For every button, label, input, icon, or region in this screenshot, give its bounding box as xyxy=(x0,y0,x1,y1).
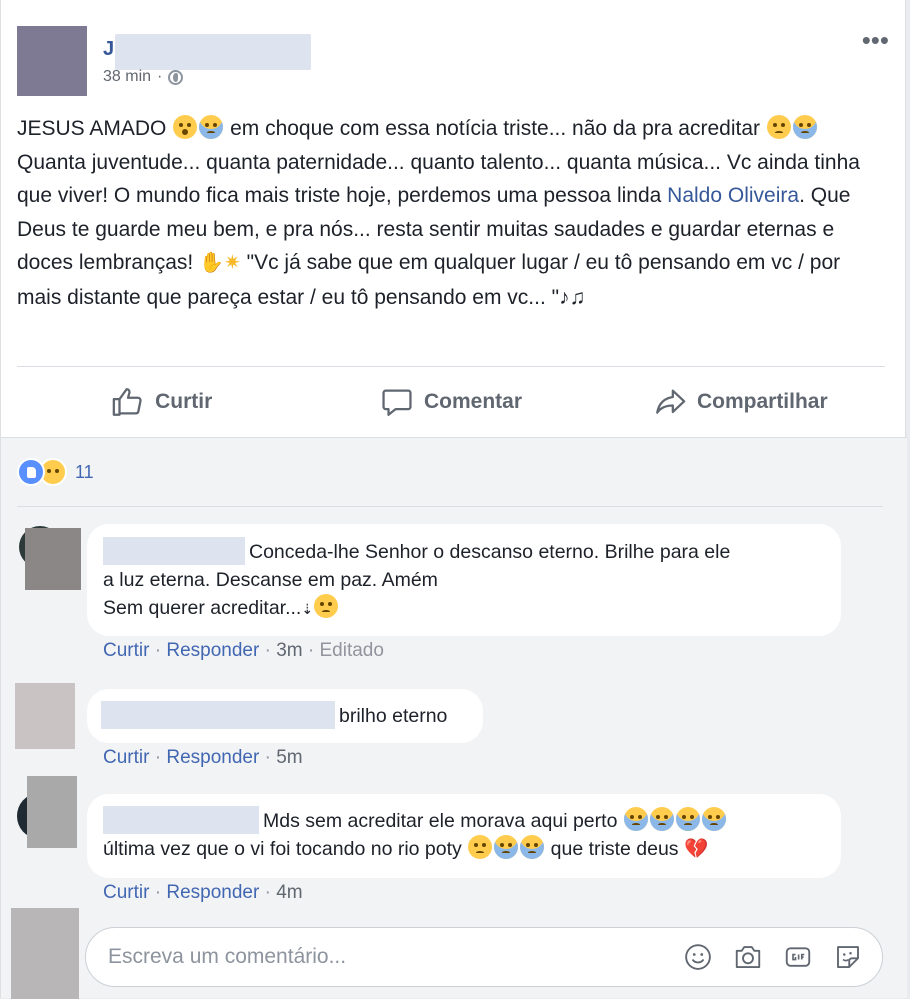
comment-text-line1: Conceda-lhe Senhor o descanso eterno. Br… xyxy=(249,541,731,563)
comment-like-link[interactable]: Curtir xyxy=(103,882,149,903)
globe-icon[interactable] xyxy=(168,69,184,85)
commenter-avatar[interactable] xyxy=(17,776,79,848)
down-arrow-icon: ⇣ xyxy=(301,601,314,617)
camera-icon[interactable] xyxy=(732,941,764,973)
like-button[interactable]: Curtir xyxy=(17,368,306,436)
loudly-crying-face-icon xyxy=(792,115,817,139)
relieved-face-icon xyxy=(314,594,339,618)
broken-heart-icon: 💔 xyxy=(683,838,709,860)
author-name-redacted xyxy=(115,34,311,70)
comment-text-line2b: que triste deus xyxy=(550,838,679,860)
commenter-name-redacted[interactable] xyxy=(101,701,335,729)
reaction-count[interactable]: 11 xyxy=(75,462,94,483)
astonished-face-icon xyxy=(173,115,198,139)
downcast-sweat-face-icon xyxy=(494,835,519,859)
commenter-avatar[interactable] xyxy=(15,683,75,749)
commenter-name-redacted[interactable] xyxy=(103,537,245,565)
comment-input[interactable] xyxy=(106,942,666,972)
comment-text-line2: a luz eterna. Descanse em paz. Amém xyxy=(103,569,438,591)
sticker-icon[interactable] xyxy=(832,941,864,973)
comment-like-link[interactable]: Curtir xyxy=(103,747,149,768)
crying-face-icon xyxy=(701,807,726,831)
comment-reply-link[interactable]: Responder xyxy=(166,882,259,903)
post-text: JESUS AMADO em choque com essa notícia t… xyxy=(17,112,887,314)
persevering-face-icon xyxy=(468,835,493,859)
actions-divider xyxy=(17,366,885,367)
gif-icon[interactable] xyxy=(782,941,814,973)
comment-time[interactable]: 5m xyxy=(276,747,302,768)
post-text-part1: JESUS AMADO xyxy=(17,117,167,140)
comment-reply-link[interactable]: Responder xyxy=(166,747,259,768)
crying-face-icon xyxy=(623,807,648,831)
comment-actions: Curtir · Responder · 5m xyxy=(103,747,303,768)
post-header: J 38 min · ••• xyxy=(17,26,897,96)
comment-time[interactable]: 3m xyxy=(276,640,302,661)
crying-face-icon xyxy=(766,115,791,139)
comment-actions: Curtir · Responder · 4m xyxy=(103,882,303,903)
more-options-icon[interactable]: ••• xyxy=(862,27,889,53)
share-button[interactable]: Compartilhar xyxy=(596,368,885,436)
reactions-summary[interactable]: 11 xyxy=(17,458,94,486)
crying-face-icon xyxy=(520,835,545,859)
current-user-avatar xyxy=(11,908,79,999)
crying-face-icon xyxy=(675,807,700,831)
author-name[interactable]: J xyxy=(103,34,313,70)
share-arrow-icon xyxy=(656,389,686,414)
post-meta: 38 min · xyxy=(103,68,184,86)
comment-bubble: Mds sem acreditar ele morava aqui perto … xyxy=(87,794,841,878)
comment-time[interactable]: 4m xyxy=(276,882,302,903)
music-notes-icon: ♪♫ xyxy=(559,285,586,309)
praying-hands-icon: ✋ xyxy=(199,252,225,274)
comment-text-line2: última vez que o vi foi tocando no rio p… xyxy=(103,838,462,860)
post-text-part2: em choque com essa notícia triste... não… xyxy=(230,117,761,140)
thumbs-up-icon xyxy=(112,388,142,416)
author-initial: J xyxy=(103,38,115,60)
post-actions: Curtir Comentar Compartilhar xyxy=(17,368,885,436)
comment-text-line1: Mds sem acreditar ele morava aqui perto xyxy=(263,810,618,832)
like-label: Curtir xyxy=(155,390,213,413)
comment-label: Comentar xyxy=(423,390,522,413)
comment-actions: Curtir · Responder · 3m · Editado xyxy=(103,640,384,661)
reactions-divider xyxy=(17,506,883,507)
comment-edited-label[interactable]: Editado xyxy=(319,640,383,661)
author-avatar[interactable] xyxy=(17,26,87,96)
comment-bubble: Conceda-lhe Senhor o descanso eterno. Br… xyxy=(87,524,841,636)
post-card: J 38 min · ••• JESUS AMADO em choque com… xyxy=(0,0,907,999)
share-label: Compartilhar xyxy=(696,390,828,413)
post-time[interactable]: 38 min xyxy=(103,68,151,86)
like-reaction-icon xyxy=(17,458,45,486)
composer-tools xyxy=(682,941,864,973)
commenter-avatar[interactable] xyxy=(17,522,81,590)
tagged-person-link[interactable]: Naldo Oliveira xyxy=(667,184,799,207)
fearful-face-icon xyxy=(199,115,224,139)
comment-text-line3: Sem querer acreditar... xyxy=(103,597,302,619)
comment-composer xyxy=(85,927,883,987)
comment-like-link[interactable]: Curtir xyxy=(103,640,149,661)
glowing-star-icon: ✷ xyxy=(224,252,241,274)
comments-section: 11 Conceda-lhe Senhor o descanso eterno.… xyxy=(1,437,907,999)
comment-bubble: brilho eterno xyxy=(87,689,483,743)
meta-separator: · xyxy=(157,68,163,85)
comment-text-line1: brilho eterno xyxy=(339,705,448,727)
commenter-name-redacted[interactable] xyxy=(103,806,259,834)
comment-bubble-icon xyxy=(382,389,412,416)
emoji-smiley-icon[interactable] xyxy=(682,941,714,973)
crying-face-icon xyxy=(649,807,674,831)
comment-reply-link[interactable]: Responder xyxy=(166,640,259,661)
comment-button[interactable]: Comentar xyxy=(306,368,595,436)
